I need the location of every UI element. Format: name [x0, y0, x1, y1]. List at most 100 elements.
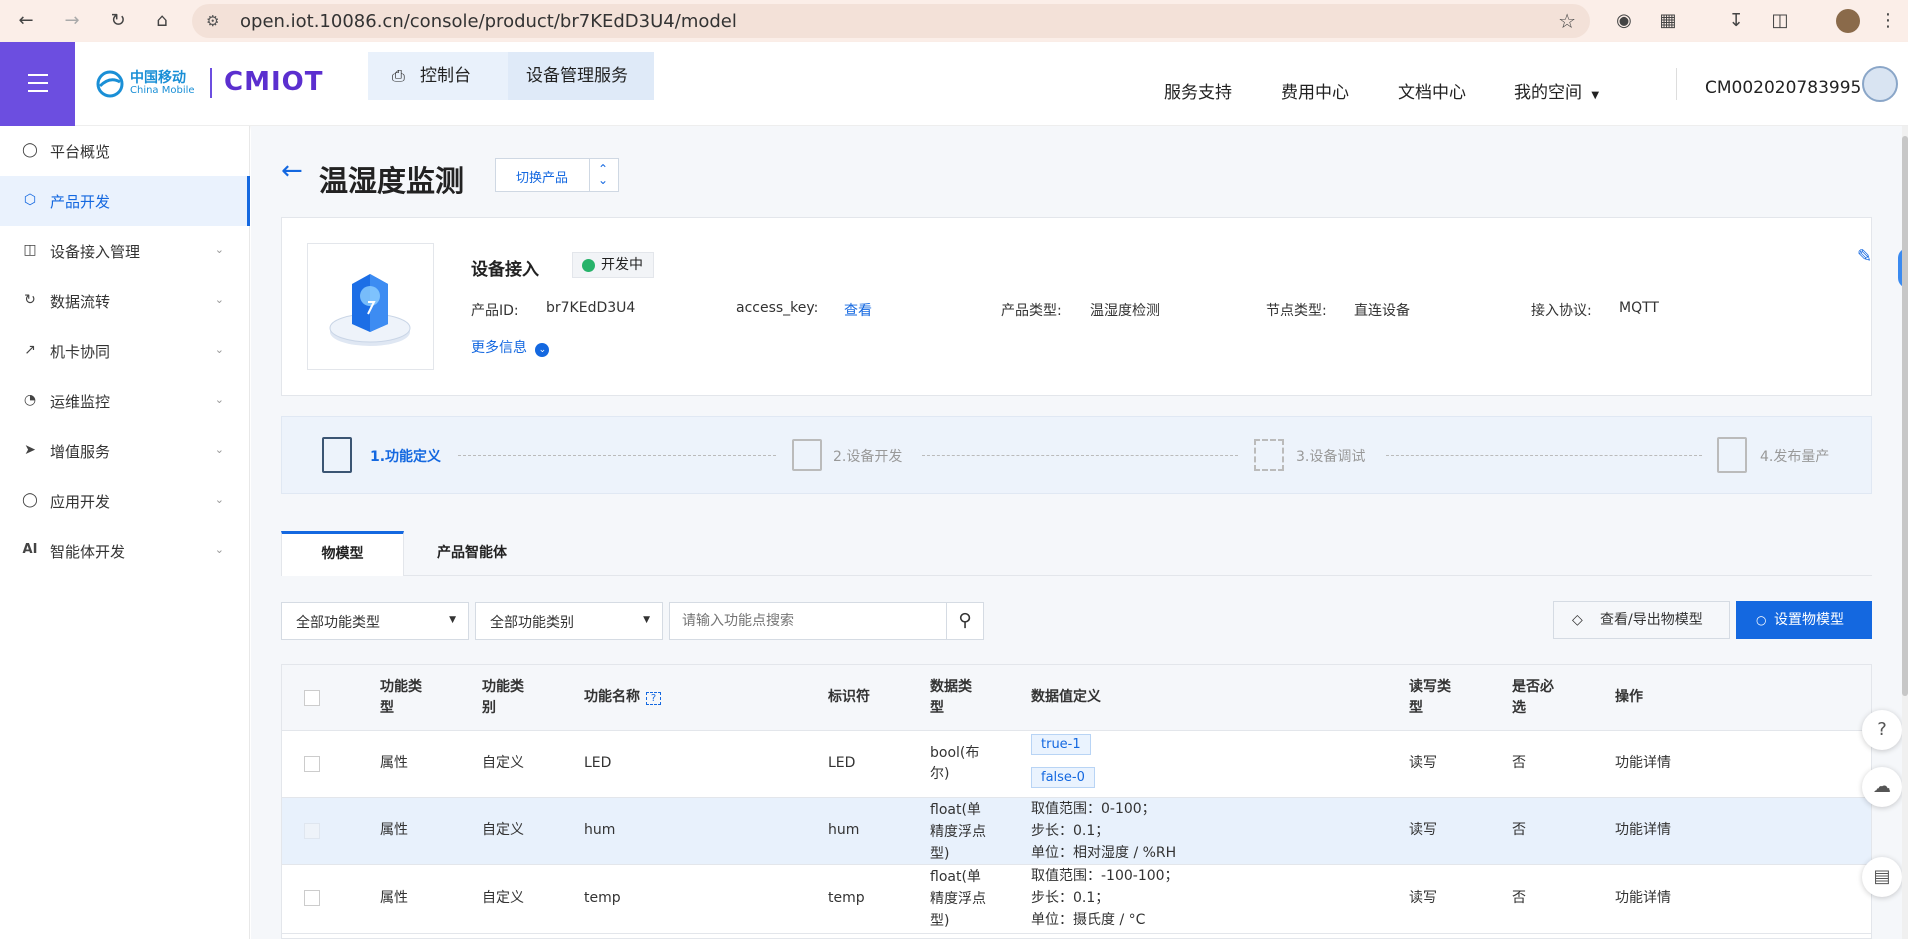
bookmark-star-icon[interactable]: ☆ [1558, 9, 1576, 33]
function-detail-link[interactable]: 功能详情 [1615, 753, 1671, 774]
browser-toolbar: ← → ↻ ⌂ ⚙ open.iot.10086.cn/console/prod… [0, 0, 1908, 42]
sidebar-item-card-sync[interactable]: ↗ 机卡协同 ⌄ [0, 326, 250, 376]
define-step-icon [322, 437, 352, 473]
step-4[interactable]: 4.发布量产 [1760, 446, 1829, 466]
function-detail-link[interactable]: 功能详情 [1615, 820, 1671, 841]
reload-icon[interactable]: ↻ [106, 9, 130, 33]
back-arrow-icon[interactable]: ← [281, 156, 303, 186]
chevron-down-icon: ⌄ [214, 243, 224, 256]
updown-chevron-icon: ⌃ ⌄ [598, 162, 609, 187]
logo[interactable]: 中国移动 China Mobile CMIOT [96, 64, 356, 104]
account-id[interactable]: CM002020783995 [1705, 78, 1861, 98]
profile-avatar-icon[interactable] [1836, 9, 1860, 33]
main-content: ← 温湿度监测 切换产品 ⌃ ⌄ 设备接入 开发中 ✎ 产品ID: br7KEdD… [251, 126, 1908, 939]
page-title: 温湿度监测 [319, 164, 465, 198]
chevron-down-icon: ⌄ [214, 543, 224, 556]
puzzle-icon[interactable]: ▦ [1656, 9, 1680, 33]
search-button[interactable]: ⚲ [946, 602, 984, 640]
sidebar-item-monitor[interactable]: ◔ 运维监控 ⌄ [0, 376, 250, 426]
help-float-button[interactable]: ? [1862, 710, 1902, 750]
function-category-select[interactable]: 全部功能类别 ▼ [475, 602, 663, 640]
logo-en: China Mobile [130, 85, 195, 96]
value-service-icon: ➤ [24, 442, 36, 458]
reading-mode-icon[interactable]: ◫ [1768, 9, 1792, 33]
function-search-input[interactable] [669, 602, 947, 640]
tab-product-agent[interactable]: 产品智能体 [404, 531, 540, 575]
sidebar-item-overview[interactable]: ◯ 平台概览 [0, 126, 250, 176]
row-checkbox[interactable] [304, 756, 320, 772]
row-checkbox[interactable] [304, 823, 320, 839]
function-type-select[interactable]: 全部功能类型 ▼ [281, 602, 469, 640]
back-icon[interactable]: ← [14, 9, 38, 33]
service-float-button[interactable]: ☁ [1862, 767, 1902, 807]
sidebar-item-app-dev[interactable]: ◯ 应用开发 ⌄ [0, 476, 250, 526]
sidebar-item-product-dev[interactable]: ⬡ 产品开发 [0, 176, 250, 226]
search-icon: ⚲ [958, 610, 972, 631]
crumb-device-service[interactable]: 设备管理服务 [508, 52, 654, 100]
monitor-icon: ◔ [23, 392, 37, 408]
home-icon[interactable]: ⌂ [150, 9, 174, 33]
caret-down-icon: ▼ [643, 615, 650, 625]
cloud-icon: ☁ [1873, 776, 1891, 797]
sidebar-item-device-access[interactable]: ◫ 设备接入管理 ⌄ [0, 226, 250, 276]
nav-docs[interactable]: 文档中心 [1398, 78, 1466, 103]
value-tag: false-0 [1031, 767, 1095, 788]
tab-thing-model[interactable]: 物模型 [281, 531, 404, 576]
step-3[interactable]: 3.设备调试 [1296, 446, 1365, 466]
steps-bar: 1.功能定义 2.设备开发 3.设备调试 4.发布量产 [281, 416, 1872, 494]
export-model-button[interactable]: ◇ 查看/导出物模型 [1553, 601, 1730, 639]
message-icon: ▤ [1873, 866, 1891, 887]
product-type: 温湿度检测 [1090, 303, 1160, 319]
device-access-icon: ◫ [23, 242, 37, 258]
more-info-link[interactable]: 更多信息 ⌄ [471, 337, 550, 357]
chevron-down-icon: ⌄ [214, 343, 224, 356]
url-text: open.iot.10086.cn/console/product/br7KEd… [240, 11, 737, 32]
edit-icon[interactable]: ✎ [1857, 246, 1872, 267]
sidebar-item-data-flow[interactable]: ↻ 数据流转 ⌄ [0, 276, 250, 326]
product-image [307, 243, 434, 370]
top-header: 中国移动 China Mobile CMIOT ⎙ 控制台 设备管理服务 服务支… [0, 42, 1908, 126]
scrollbar[interactable] [1902, 126, 1908, 939]
select-all-checkbox[interactable] [304, 690, 320, 706]
forward-icon[interactable]: → [60, 9, 84, 33]
node-type: 直连设备 [1354, 303, 1410, 319]
extension-icon[interactable]: ◉ [1612, 9, 1636, 33]
chevron-down-icon: ⌄ [214, 393, 224, 406]
sidebar: ◯ 平台概览 ⬡ 产品开发 ◫ 设备接入管理 ⌄ ↻ 数据流转 ⌄ ↗ 机卡协同… [0, 126, 250, 939]
help-icon[interactable]: ? [646, 692, 661, 705]
site-settings-icon[interactable]: ⚙ [206, 12, 219, 30]
cube-icon: ⬡ [23, 192, 37, 208]
nav-service-support[interactable]: 服务支持 [1164, 78, 1232, 103]
table-row: 属性 自定义 hum hum float(单精度浮点型) 取值范围：0-100；… [282, 798, 1871, 865]
nav-my-space[interactable]: 我的空间 ▼ [1514, 78, 1599, 103]
diamond-icon: ◇ [1572, 612, 1583, 628]
step-2[interactable]: 2.设备开发 [833, 446, 902, 466]
product-info-card: 设备接入 开发中 ✎ 产品ID: br7KEdD3U4 access_key: … [281, 217, 1872, 396]
switch-product-button[interactable]: 切换产品 ⌃ ⌄ [495, 158, 619, 192]
row-checkbox[interactable] [304, 890, 320, 906]
circle-icon: ○ [1756, 613, 1767, 627]
function-detail-link[interactable]: 功能详情 [1615, 888, 1671, 909]
brand-logo: CMIOT [224, 67, 324, 97]
access-key-view-link[interactable]: 查看 [844, 300, 872, 320]
address-bar[interactable]: ⚙ open.iot.10086.cn/console/product/br7K… [192, 4, 1590, 38]
product-id: br7KEdD3U4 [546, 300, 636, 316]
sidebar-item-value-service[interactable]: ➤ 增值服务 ⌄ [0, 426, 250, 476]
chevron-down-icon: ⌄ [214, 443, 224, 456]
browser-menu-icon[interactable]: ⋮ [1876, 9, 1900, 33]
step-1[interactable]: 1.功能定义 [370, 446, 441, 466]
device-dev-icon [792, 439, 822, 471]
logo-cn: 中国移动 [130, 70, 186, 86]
nav-billing[interactable]: 费用中心 [1281, 78, 1349, 103]
sidebar-item-ai-dev[interactable]: AI 智能体开发 ⌄ [0, 526, 250, 576]
product-3d-icon [329, 274, 411, 346]
crumb-console[interactable]: ⎙ 控制台 [368, 52, 508, 100]
caret-down-icon: ▼ [1591, 90, 1600, 101]
menu-toggle-button[interactable] [0, 42, 75, 126]
download-icon[interactable]: ↧ [1724, 9, 1748, 33]
feedback-float-button[interactable]: ▤ [1862, 857, 1902, 897]
avatar[interactable] [1862, 66, 1898, 102]
chevron-down-icon: ⌄ [214, 493, 224, 506]
app-dev-icon: ◯ [22, 492, 38, 508]
set-model-button[interactable]: ○ 设置物模型 [1736, 601, 1872, 639]
